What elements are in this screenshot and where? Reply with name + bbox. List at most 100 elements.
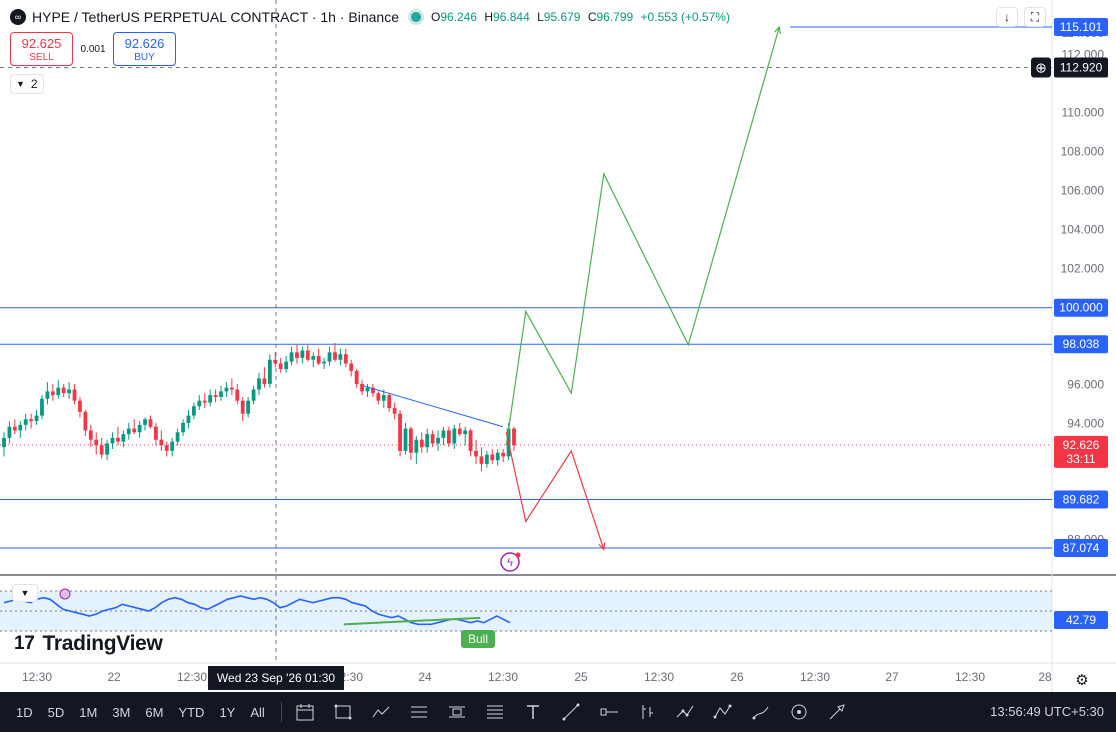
candle-body: [343, 354, 348, 364]
candle-body: [311, 356, 316, 360]
candle-body: [257, 378, 261, 390]
candle-body: [219, 391, 223, 397]
eye-icon[interactable]: [786, 699, 812, 725]
candle-body: [240, 400, 245, 414]
trade-panel: 92.625 SELL 0.001 92.626 BUY: [10, 32, 176, 66]
brush-icon[interactable]: [748, 699, 774, 725]
short-position-icon[interactable]: [444, 699, 470, 725]
candle-body: [18, 424, 23, 431]
forecast-icon[interactable]: [672, 699, 698, 725]
timeframe-5d[interactable]: 5D: [48, 705, 65, 720]
close-label: C: [587, 10, 597, 24]
rsi-collapse-button[interactable]: ▼: [12, 584, 38, 602]
price-tick-label: 108.000: [1061, 145, 1105, 159]
bull-label: Bull: [468, 632, 488, 646]
candle-body: [12, 426, 17, 431]
sell-button[interactable]: 92.625 SELL: [10, 32, 73, 66]
timeframe-all[interactable]: All: [250, 705, 264, 720]
buy-button[interactable]: 92.626 BUY: [113, 32, 176, 66]
timeframe-1d[interactable]: 1D: [16, 705, 33, 720]
fullscreen-icon: ⛶: [1030, 9, 1040, 24]
candle-body: [300, 350, 305, 358]
level-price-label: 87.074: [1063, 541, 1100, 555]
time-tick-label: 12:30: [487, 670, 519, 684]
buy-price: 92.626: [124, 36, 165, 51]
candle-body: [333, 352, 337, 360]
candle-body: [403, 428, 408, 451]
time-tick-label: 12:30: [176, 670, 208, 684]
candle-body: [419, 439, 424, 448]
candle-body: [94, 439, 99, 446]
candle-body: [457, 428, 462, 435]
fib-retracement-icon[interactable]: [482, 699, 508, 725]
horizontal-ray-icon[interactable]: [596, 699, 622, 725]
candle-body: [354, 370, 359, 384]
tradingview-logo[interactable]: 17 TradingView: [14, 632, 163, 656]
time-tick-label: 12:30: [643, 670, 675, 684]
candle-body: [175, 432, 180, 442]
fullscreen-button[interactable]: ⛶: [1024, 7, 1046, 27]
candle-body: [381, 395, 386, 401]
timeframe-6m[interactable]: 6M: [145, 705, 163, 720]
path-icon[interactable]: [368, 699, 394, 725]
text-icon[interactable]: [520, 699, 546, 725]
timeframe-1y[interactable]: 1Y: [219, 705, 235, 720]
candle-body: [45, 391, 50, 399]
calendar-range-icon[interactable]: [292, 699, 318, 725]
candle-body: [414, 439, 419, 453]
clock[interactable]: 13:56:49 UTC+5:30: [990, 704, 1104, 719]
settings-icon[interactable]: ⚙: [1073, 671, 1091, 689]
rectangle-icon[interactable]: [330, 699, 356, 725]
long-position-icon[interactable]: [406, 699, 432, 725]
candle-body: [246, 400, 251, 414]
candle-body: [409, 428, 413, 453]
time-tick-label: 22: [107, 670, 121, 684]
high-value: 96.844: [493, 10, 530, 24]
price-chart-canvas[interactable]: ϟBull114.000112.000110.000108.000106.000…: [0, 0, 1116, 692]
level-price-label: 115.101: [1060, 20, 1103, 34]
candle-body: [105, 443, 109, 455]
candle-body: [251, 389, 256, 401]
ohlc-legend: O96.246 H96.844 L95.679 C96.799 +0.553 (…: [431, 10, 730, 24]
timeframe-ytd[interactable]: YTD: [178, 705, 204, 720]
price-tick-label: 110.000: [1062, 106, 1105, 120]
indicators-toggle[interactable]: ▼ 2: [10, 74, 44, 94]
price-tick-label: 104.000: [1061, 223, 1105, 237]
candle-body: [186, 415, 191, 423]
candle-body: [360, 383, 364, 392]
price-tick-label: 106.000: [1061, 184, 1105, 198]
candle-body: [148, 419, 153, 427]
bars-pattern-icon[interactable]: [634, 699, 660, 725]
price-tick-label: 102.000: [1061, 262, 1105, 276]
candle-body: [387, 395, 392, 409]
candle-body: [495, 452, 500, 461]
candle-body: [137, 424, 142, 433]
countdown-label: 33:11: [1066, 452, 1095, 466]
candle-body: [305, 350, 310, 360]
sell-label: SELL: [29, 52, 54, 63]
candle-body: [322, 361, 327, 364]
candle-body: [213, 395, 218, 397]
candle-body: [468, 430, 473, 451]
chart-area[interactable]: ϟBull114.000112.000110.000108.000106.000…: [0, 0, 1116, 732]
timeframe-3m[interactable]: 3M: [112, 705, 130, 720]
arrow-icon[interactable]: [824, 699, 850, 725]
timeframe-1m[interactable]: 1M: [79, 705, 97, 720]
bottom-toolbar: 1D 5D 1M 3M 6M YTD 1Y All 13:56:49 UTC+5:30: [0, 692, 1116, 732]
candle-body: [197, 400, 202, 407]
market-status-icon: [410, 12, 421, 22]
candle-body: [116, 437, 120, 442]
xabcd-pattern-icon[interactable]: [710, 699, 736, 725]
trend-line-icon[interactable]: [558, 699, 584, 725]
candle-body: [501, 452, 506, 457]
time-tick-label: 12:30: [21, 670, 53, 684]
candle-body: [316, 356, 321, 364]
candle-body: [224, 387, 229, 392]
candle-body: [61, 387, 66, 394]
rsi-value-label: 42.79: [1066, 613, 1096, 627]
candle-body: [99, 445, 104, 455]
indicator-count: 2: [30, 77, 38, 91]
scroll-down-button[interactable]: ↓: [996, 7, 1018, 27]
candle-body: [56, 387, 61, 396]
symbol-title[interactable]: HYPE / TetherUS PERPETUAL CONTRACT · 1h …: [32, 9, 399, 25]
